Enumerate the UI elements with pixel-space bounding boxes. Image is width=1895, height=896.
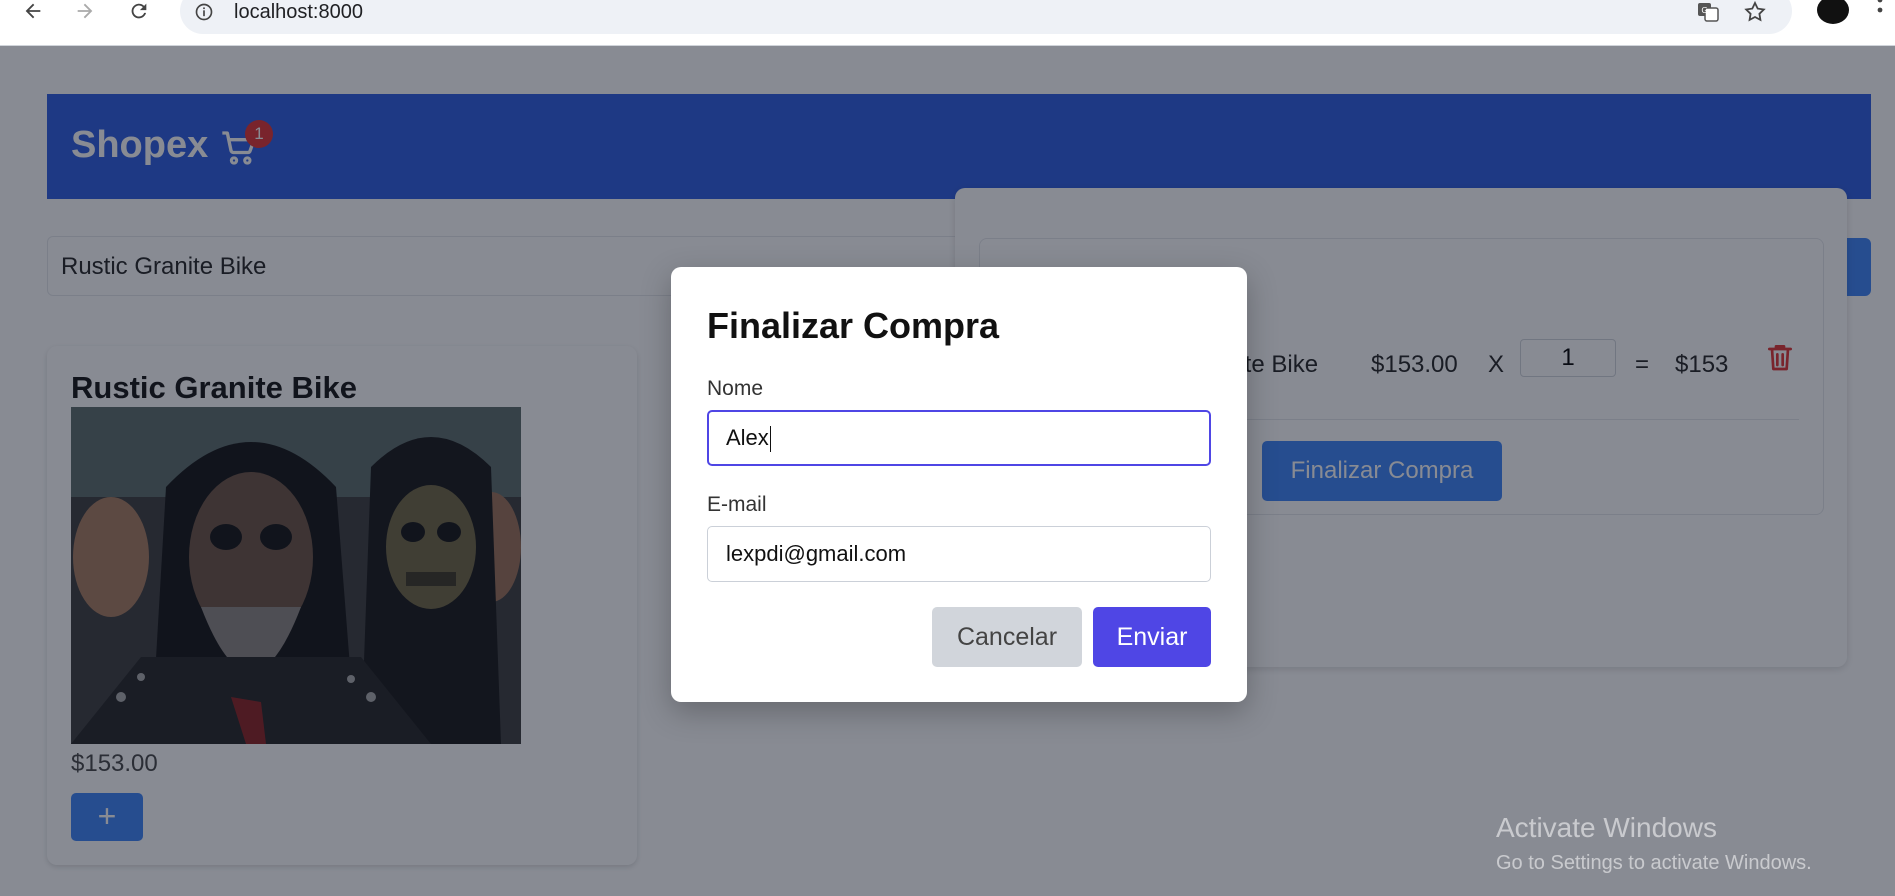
svg-text:G: G [1701,6,1707,15]
email-field[interactable]: lexpdi@gmail.com [707,526,1211,582]
send-button[interactable]: Enviar [1093,607,1211,667]
text-caret [769,426,771,453]
name-field[interactable]: Alex [707,410,1211,466]
menu-icon[interactable] [1876,0,1884,26]
translate-icon[interactable]: G [1696,0,1720,24]
forward-icon[interactable] [70,0,100,24]
info-icon[interactable] [194,2,214,22]
profile-avatar[interactable] [1817,0,1849,24]
checkout-modal: Finalizar Compra Nome Alex E-mail lexpdi… [671,267,1247,702]
reload-icon[interactable] [124,0,154,24]
address-bar[interactable]: localhost:8000 G [180,0,1792,34]
email-value: lexpdi@gmail.com [726,541,907,566]
activate-windows-subtitle: Go to Settings to activate Windows. [1496,852,1812,874]
name-value: Alex [726,425,769,450]
star-icon[interactable] [1743,0,1767,24]
cancel-button[interactable]: Cancelar [932,607,1082,667]
name-label: Nome [707,377,764,400]
url-text[interactable]: localhost:8000 [234,1,363,24]
activate-windows-title: Activate Windows [1496,812,1717,843]
modal-title: Finalizar Compra [707,305,1000,346]
browser-toolbar: localhost:8000 G [0,0,1895,46]
back-icon[interactable] [18,0,48,24]
email-label: E-mail [707,493,767,516]
